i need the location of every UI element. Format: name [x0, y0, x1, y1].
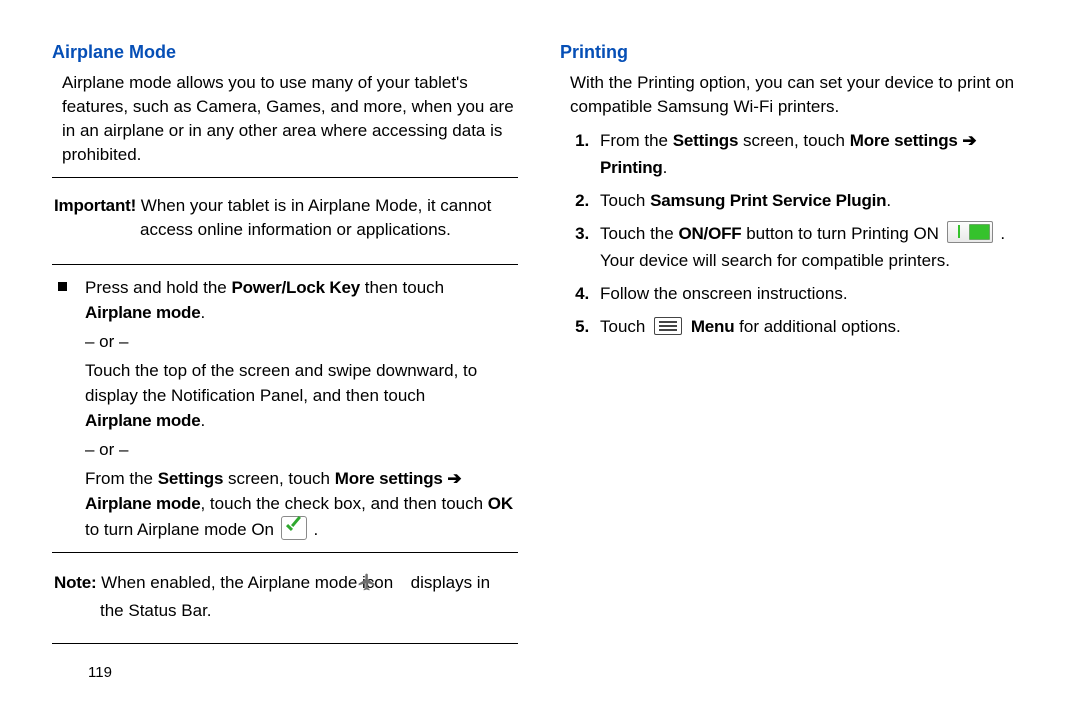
text: for additional options.	[734, 317, 900, 336]
onoff-label: ON/OFF	[678, 224, 741, 243]
divider	[52, 264, 518, 265]
menu-icon	[654, 317, 682, 335]
important-body: When your tablet is in Airplane Mode, it…	[136, 196, 491, 239]
toggle-on-icon	[947, 221, 993, 243]
important-callout: Important! When your tablet is in Airpla…	[52, 188, 518, 254]
settings-label: Settings	[158, 469, 223, 488]
note-text: Note: When enabled, the Airplane mode ic…	[54, 571, 516, 623]
note-callout: Note: When enabled, the Airplane mode ic…	[52, 563, 518, 633]
section-heading-airplane: Airplane Mode	[52, 42, 518, 63]
text: screen, touch	[223, 469, 335, 488]
more-settings-label: More settings	[335, 469, 443, 488]
text: .	[200, 303, 205, 322]
right-column: Printing With the Printing option, you c…	[560, 36, 1026, 681]
printing-intro: With the Printing option, you can set yo…	[560, 71, 1026, 119]
arrow-icon: ➔	[958, 131, 977, 150]
plugin-label: Samsung Print Service Plugin	[650, 191, 886, 210]
more-settings-label: More settings	[850, 131, 958, 150]
text: , touch the check box, and then touch	[200, 494, 487, 513]
text: .	[663, 158, 668, 177]
important-text: Important! When your tablet is in Airpla…	[54, 194, 516, 242]
menu-label: Menu	[691, 317, 735, 336]
airplane-intro: Airplane mode allows you to use many of …	[52, 71, 518, 167]
power-lock-key: Power/Lock Key	[231, 278, 360, 297]
text: Touch the	[600, 224, 678, 243]
or-separator: – or –	[85, 437, 518, 462]
page-number: 119	[88, 664, 518, 681]
step-1: From the Settings screen, touch More set…	[594, 127, 1026, 181]
note-label: Note:	[54, 573, 96, 592]
text: Touch the top of the screen and swipe do…	[85, 361, 477, 405]
text: to turn Airplane mode On	[85, 520, 279, 539]
airplane-mode-label: Airplane mode	[85, 303, 200, 322]
or-separator: – or –	[85, 329, 518, 354]
manual-page: Airplane Mode Airplane mode allows you t…	[0, 0, 1080, 701]
ok-label: OK	[488, 494, 513, 513]
text: From the	[85, 469, 158, 488]
steps-list: From the Settings screen, touch More set…	[560, 127, 1026, 340]
important-label: Important!	[54, 196, 136, 215]
arrow-icon: ➔	[443, 469, 462, 488]
text: When enabled, the Airplane mode icon	[96, 573, 397, 592]
square-bullet-icon	[58, 282, 67, 291]
text: screen, touch	[738, 131, 850, 150]
printing-label: Printing	[600, 158, 663, 177]
text: From the	[600, 131, 673, 150]
text: Touch	[600, 317, 650, 336]
left-column: Airplane Mode Airplane mode allows you t…	[52, 36, 518, 681]
alt-instruction: From the Settings screen, touch More set…	[85, 466, 518, 542]
bullet-item: Press and hold the Power/Lock Key then t…	[52, 275, 518, 542]
step-5: Touch Menu for additional options.	[594, 313, 1026, 340]
divider	[52, 552, 518, 553]
text: .	[309, 520, 318, 539]
settings-label: Settings	[673, 131, 738, 150]
divider	[52, 643, 518, 644]
step-4: Follow the onscreen instructions.	[594, 280, 1026, 307]
step-2: Touch Samsung Print Service Plugin.	[594, 187, 1026, 214]
checkbox-checked-icon	[281, 516, 307, 540]
text: .	[200, 411, 205, 430]
text: button to turn Printing ON	[741, 224, 943, 243]
text: .	[886, 191, 891, 210]
text: Press and hold the	[85, 278, 231, 297]
section-heading-printing: Printing	[560, 42, 1026, 63]
airplane-mode-label: Airplane mode	[85, 494, 200, 513]
divider	[52, 177, 518, 178]
text: Touch	[600, 191, 650, 210]
airplane-mode-label: Airplane mode	[85, 411, 200, 430]
text: then touch	[360, 278, 444, 297]
alt-instruction: Touch the top of the screen and swipe do…	[85, 358, 518, 433]
bullet-body: Press and hold the Power/Lock Key then t…	[85, 275, 518, 542]
step-3: Touch the ON/OFF button to turn Printing…	[594, 220, 1026, 274]
